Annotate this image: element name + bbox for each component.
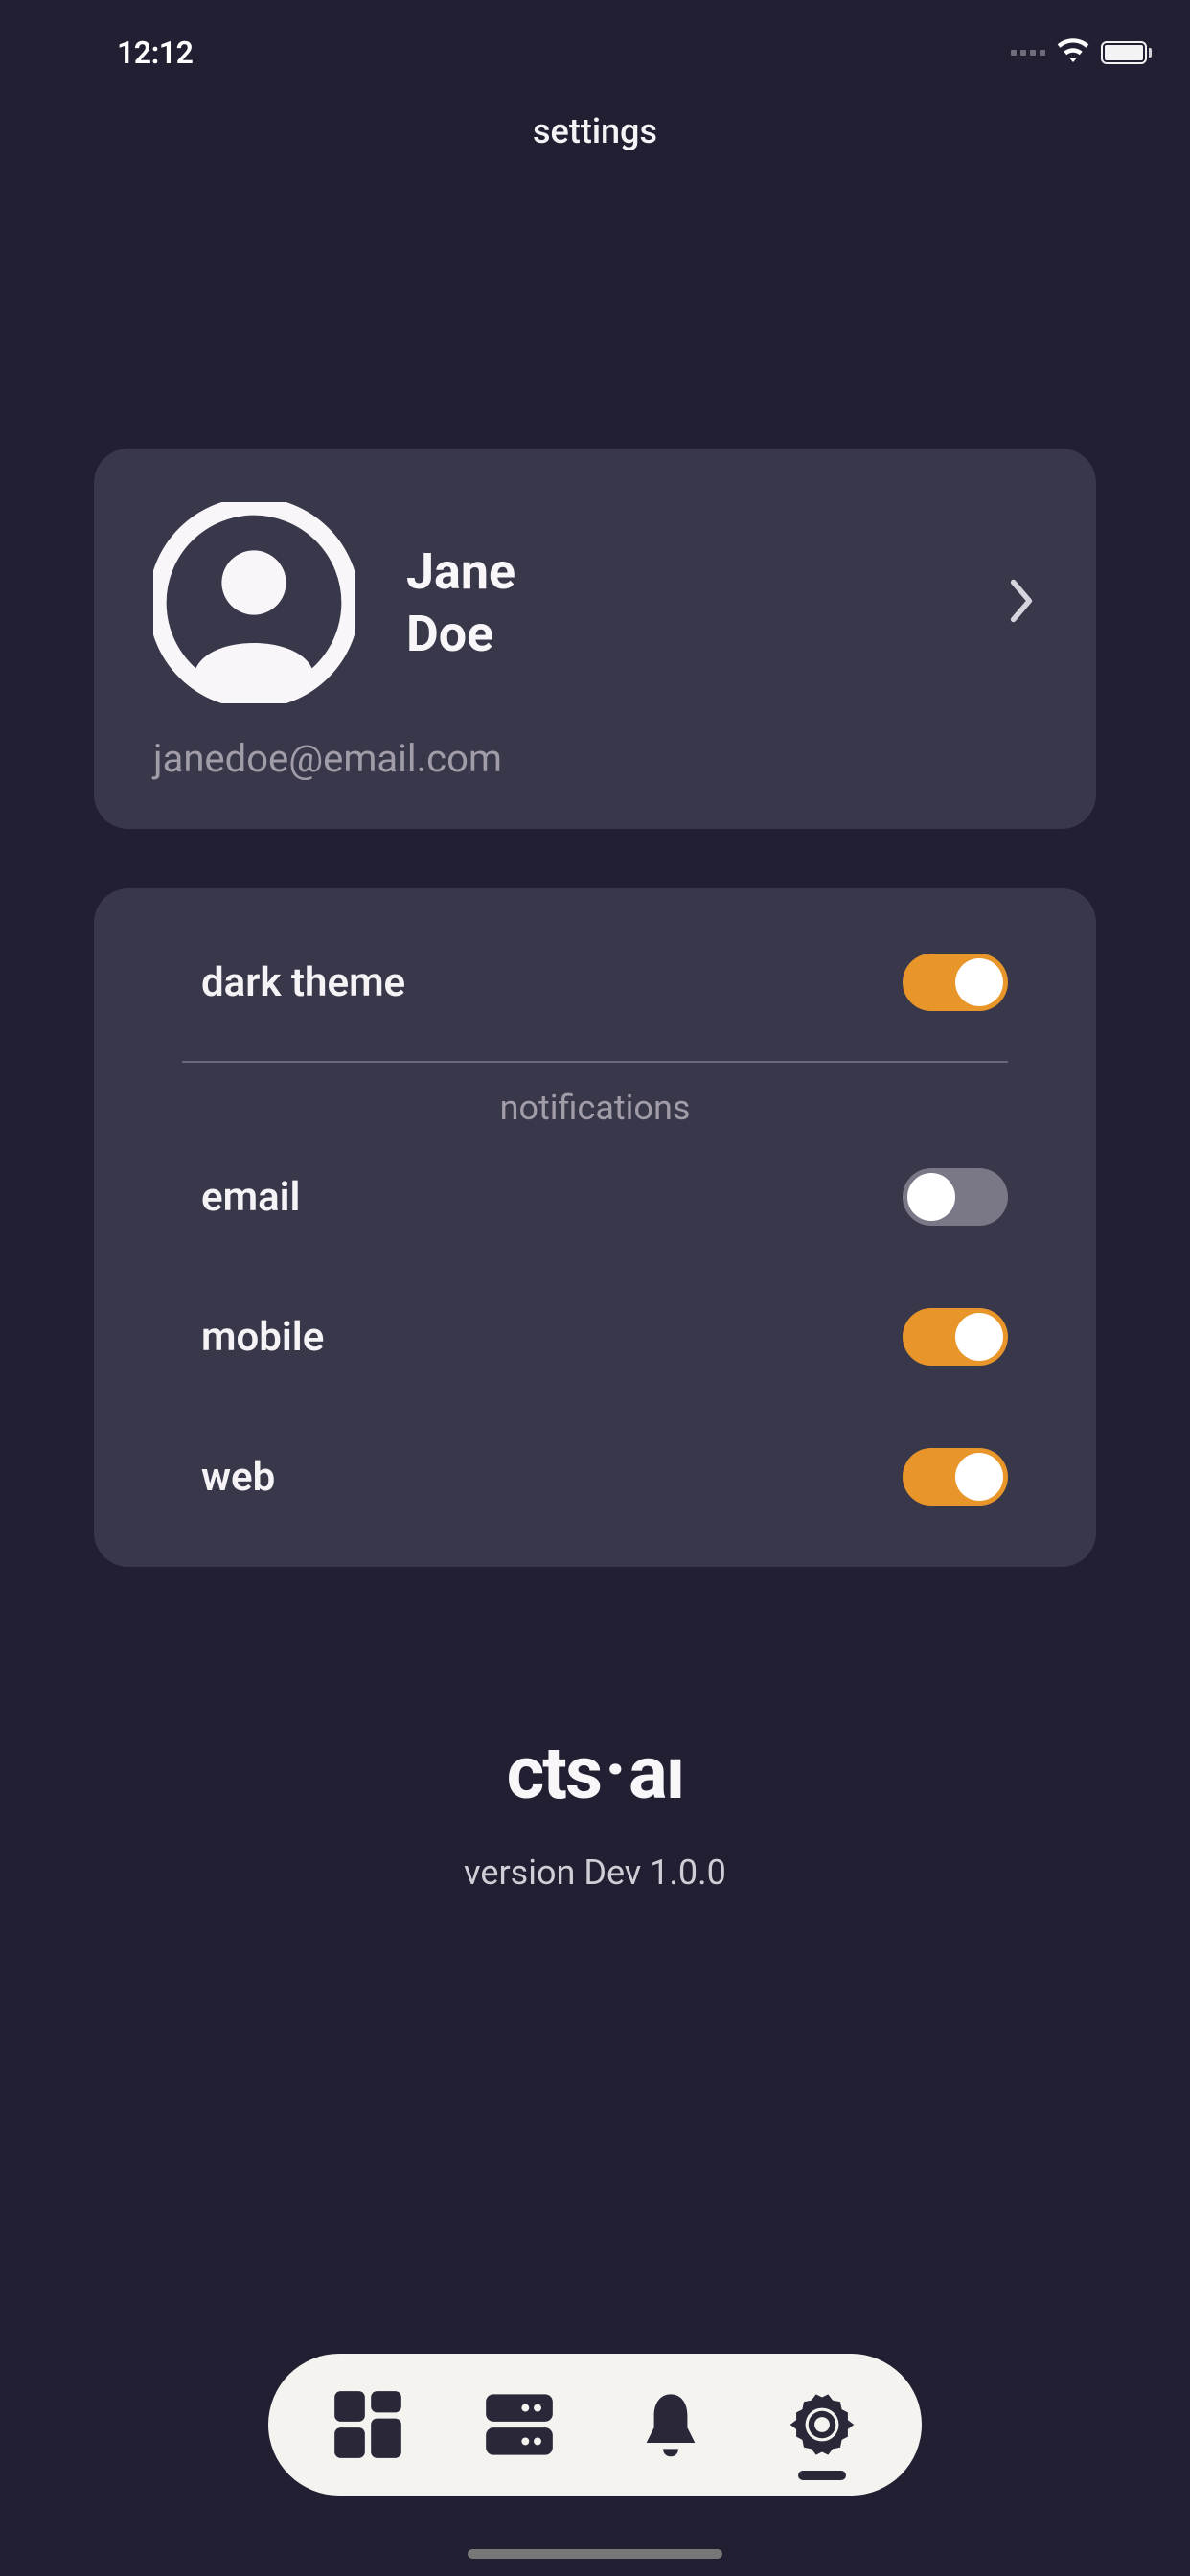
version-text: version Dev 1.0.0 xyxy=(94,1852,1096,1893)
web-notif-toggle[interactable] xyxy=(903,1448,1008,1506)
settings-card: dark theme notifications email mobile we… xyxy=(94,888,1096,1567)
web-notif-row: web xyxy=(153,1448,1037,1506)
nav-notifications[interactable] xyxy=(634,2388,707,2461)
email-notif-toggle[interactable] xyxy=(903,1168,1008,1226)
nav-servers[interactable] xyxy=(483,2388,556,2461)
profile-email: janedoe@email.com xyxy=(153,736,1037,781)
bottom-nav xyxy=(268,2354,922,2496)
status-bar: 12:12 xyxy=(0,0,1190,84)
nav-settings[interactable] xyxy=(786,2388,858,2461)
mobile-notif-toggle[interactable] xyxy=(903,1308,1008,1366)
chevron-right-icon xyxy=(1006,577,1037,629)
signal-dots-icon xyxy=(1011,50,1045,56)
brand-name-a: cts xyxy=(507,1730,601,1816)
avatar-icon xyxy=(153,502,355,703)
profile-name: Jane Doe xyxy=(406,540,515,665)
wifi-icon xyxy=(1057,38,1089,67)
home-indicator[interactable] xyxy=(468,2549,722,2559)
dark-theme-row: dark theme xyxy=(153,954,1037,1011)
brand-block: cts·aı version Dev 1.0.0 xyxy=(94,1730,1096,1893)
mobile-notif-row: mobile xyxy=(153,1308,1037,1366)
mobile-notif-label: mobile xyxy=(201,1314,324,1361)
dark-theme-toggle[interactable] xyxy=(903,954,1008,1011)
email-notif-label: email xyxy=(201,1174,300,1221)
dark-theme-label: dark theme xyxy=(201,959,405,1006)
profile-last-name: Doe xyxy=(406,603,515,665)
status-time: 12:12 xyxy=(117,34,193,71)
brand-name-b: aı xyxy=(629,1730,683,1816)
divider xyxy=(182,1061,1008,1063)
status-icons xyxy=(1011,38,1152,67)
web-notif-label: web xyxy=(201,1454,275,1501)
battery-icon xyxy=(1101,41,1152,64)
profile-first-name: Jane xyxy=(406,540,515,603)
notifications-title: notifications xyxy=(153,1088,1037,1128)
page-title: settings xyxy=(0,111,1190,151)
brand-logo: cts·aı xyxy=(94,1730,1096,1816)
email-notif-row: email xyxy=(153,1168,1037,1226)
nav-dashboard[interactable] xyxy=(332,2388,404,2461)
profile-card[interactable]: Jane Doe janedoe@email.com xyxy=(94,448,1096,829)
